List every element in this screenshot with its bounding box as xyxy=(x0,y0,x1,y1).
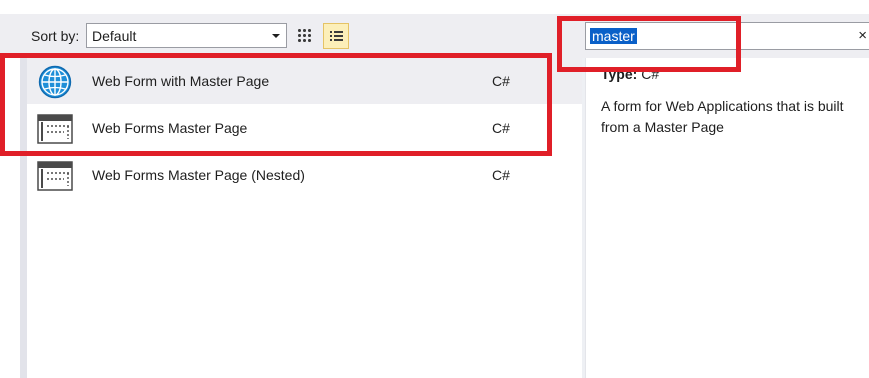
top-strip xyxy=(0,0,869,14)
grid-view-icon xyxy=(297,28,313,44)
list-item-label: Web Forms Master Page (Nested) xyxy=(92,167,305,183)
details-description-line: A form for Web Applications that is buil… xyxy=(601,98,844,114)
panel-divider xyxy=(585,58,586,378)
highlight-box-templates xyxy=(0,53,552,156)
close-icon[interactable]: × xyxy=(858,27,867,44)
details-description-line: from a Master Page xyxy=(601,119,724,135)
list-item[interactable]: Web Forms Master Page (Nested) C# xyxy=(27,152,582,198)
chevron-down-icon xyxy=(272,34,280,38)
details-description: A form for Web Applications that is buil… xyxy=(601,96,869,138)
list-item-language: C# xyxy=(492,167,510,183)
list-view-button[interactable] xyxy=(323,23,349,49)
sort-by-value: Default xyxy=(92,28,137,44)
master-page-icon xyxy=(37,161,73,191)
grid-view-button[interactable] xyxy=(292,23,318,49)
highlight-box-search xyxy=(557,16,741,72)
sort-by-dropdown[interactable]: Default xyxy=(86,23,287,48)
list-view-icon xyxy=(330,30,343,43)
sort-by-label: Sort by: xyxy=(31,28,80,44)
